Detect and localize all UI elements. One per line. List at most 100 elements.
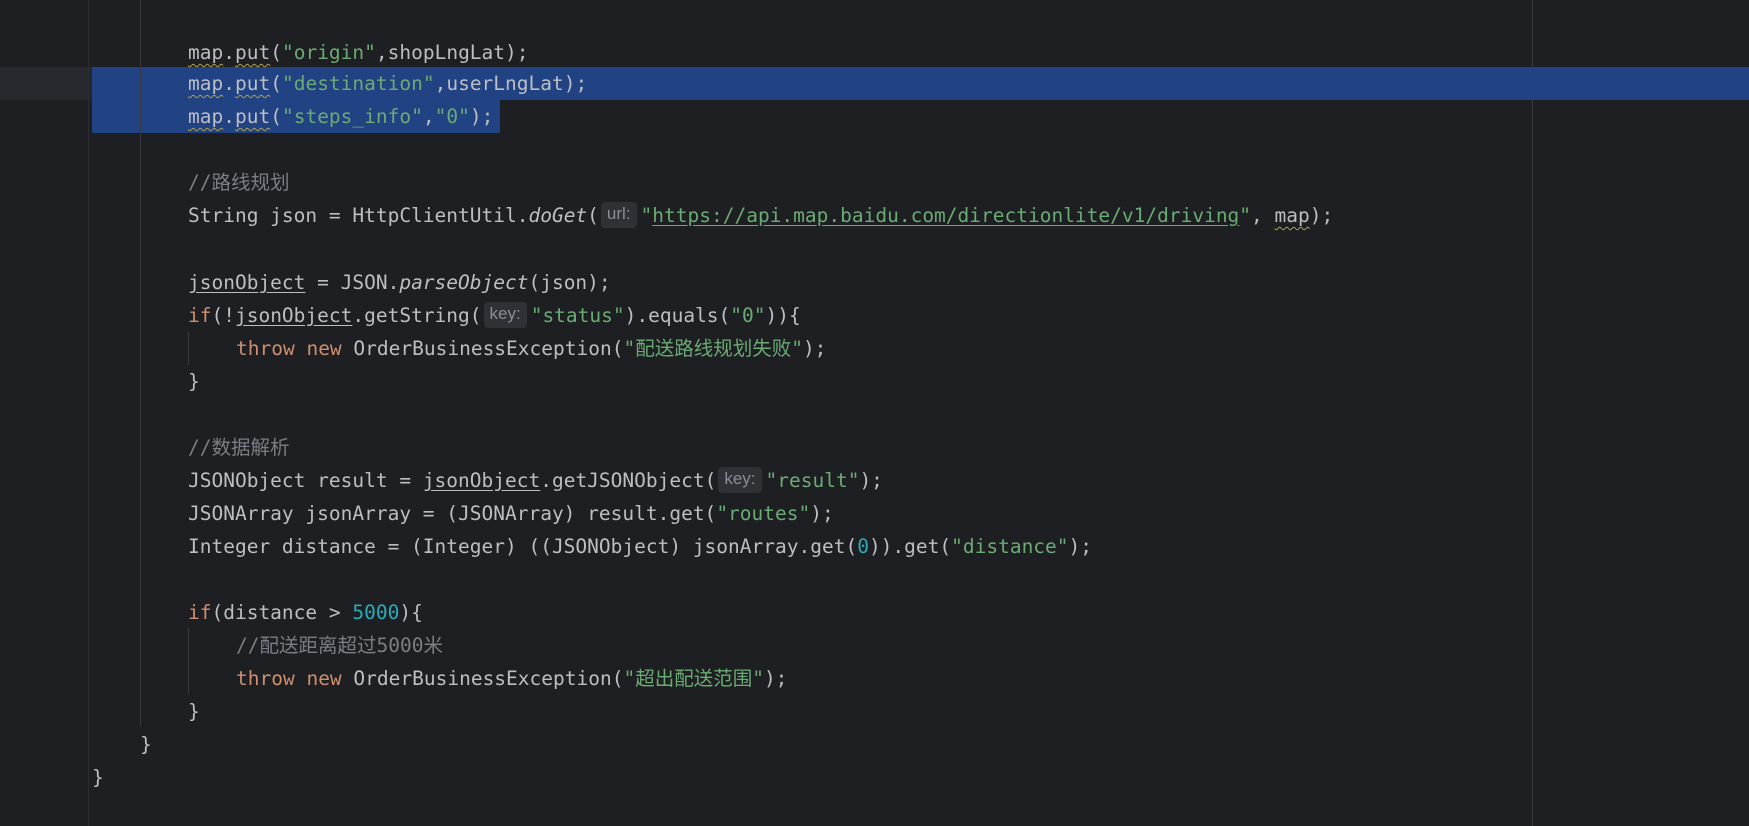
code-editor[interactable]: map.put("origin",shopLngLat); map.put("d… <box>0 0 1749 826</box>
string-literal: "destination" <box>281 72 435 95</box>
punct: . <box>223 41 235 64</box>
code-text: ); <box>763 667 788 690</box>
code-text: OrderBusinessException( <box>341 667 624 690</box>
code-line[interactable]: jsonObject = JSON.parseObject(json); <box>188 266 611 299</box>
code-text: ); <box>1068 535 1093 558</box>
keyword: if <box>188 304 212 327</box>
punct: , <box>422 105 435 128</box>
code-text: OrderBusinessException( <box>341 337 624 360</box>
code-comment[interactable]: //数据解析 <box>188 431 289 464</box>
punct: . <box>223 105 235 128</box>
punct: ( <box>270 105 282 128</box>
code-text: JSONObject result = <box>188 469 423 492</box>
parameter-hint: key: <box>718 466 762 493</box>
url-link[interactable]: https://api.map.baidu.com/directionlite/… <box>652 204 1239 227</box>
code-line[interactable]: if(!jsonObject.getString(key: "status").e… <box>188 299 801 332</box>
identifier: map <box>1274 204 1310 227</box>
code-comment[interactable]: //路线规划 <box>188 166 289 199</box>
identifier: map <box>188 72 224 95</box>
string-literal: "steps_info" <box>281 105 423 128</box>
keyword: if <box>188 601 212 624</box>
field-reference: jsonObject <box>188 271 306 294</box>
right-margin-guide <box>1532 0 1533 826</box>
string-literal: "status" <box>530 304 625 327</box>
code-text: (distance > <box>211 601 353 624</box>
keyword: new <box>306 667 342 690</box>
code-text: ,shopLngLat); <box>375 41 529 64</box>
string-literal: "超出配送范围" <box>623 667 764 690</box>
indent-guide <box>140 0 141 726</box>
line-gutter[interactable] <box>0 0 88 826</box>
string-quote: " <box>1239 204 1252 227</box>
code-text: JSONArray jsonArray = (JSONArray) result… <box>188 502 717 525</box>
code-text: )).get( <box>868 535 952 558</box>
code-text: (! <box>211 304 235 327</box>
code-comment[interactable]: //配送距离超过5000米 <box>236 629 443 662</box>
string-literal: "origin" <box>281 41 376 64</box>
code-line[interactable]: JSONObject result = jsonObject.getJSONOb… <box>188 464 883 497</box>
code-line[interactable]: Integer distance = (Integer) ((JSONObjec… <box>188 530 1092 563</box>
code-text: ).equals( <box>624 304 731 327</box>
code-line[interactable]: throw new OrderBusinessException("配送路线规划… <box>236 332 826 365</box>
method-call: put <box>234 41 271 64</box>
code-line[interactable]: JSONArray jsonArray = (JSONArray) result… <box>188 497 834 530</box>
string-literal: "routes" <box>716 502 811 525</box>
identifier: map <box>188 105 224 128</box>
number-literal: 5000 <box>352 601 400 624</box>
keyword: new <box>306 337 342 360</box>
code-line[interactable]: } <box>140 728 152 761</box>
field-reference: jsonObject <box>234 304 353 327</box>
code-line[interactable]: String json = HttpClientUtil.doGet(url: "… <box>188 199 1333 232</box>
code-text: (json); <box>528 271 611 294</box>
code-text: = JSON. <box>305 271 400 294</box>
punct: ( <box>270 41 282 64</box>
method-call: parseObject <box>399 271 529 294</box>
code-text: String json = HttpClientUtil. <box>188 204 529 227</box>
string-literal: "distance" <box>951 535 1069 558</box>
indent-guide <box>188 332 189 365</box>
code-line[interactable]: map.put("steps_info","0"); <box>188 100 493 133</box>
method-call: put <box>234 72 271 95</box>
code-text: )){ <box>765 304 801 327</box>
code-line[interactable]: } <box>92 761 104 794</box>
parameter-hint: key: <box>483 301 527 328</box>
field-reference: jsonObject <box>422 469 541 492</box>
code-text: ); <box>1309 204 1334 227</box>
keyword: throw <box>236 337 295 360</box>
number-literal: 0 <box>857 535 869 558</box>
code-line[interactable]: } <box>188 365 200 398</box>
code-text: ); <box>810 502 834 525</box>
code-text: .getJSONObject( <box>540 469 717 492</box>
string-literal: "0" <box>730 304 766 327</box>
code-text: ); <box>469 105 494 128</box>
identifier: map <box>188 41 224 64</box>
parameter-hint: url: <box>600 201 637 228</box>
code-text: ); <box>859 469 883 492</box>
method-call: put <box>234 105 271 128</box>
string-literal: "result" <box>765 469 860 492</box>
code-line[interactable]: map.put("destination",userLngLat); <box>188 67 587 100</box>
code-line[interactable]: throw new OrderBusinessException("超出配送范围… <box>236 662 787 695</box>
keyword: throw <box>236 667 295 690</box>
code-line[interactable]: if(distance > 5000){ <box>188 596 423 629</box>
punct: ( <box>270 72 282 95</box>
punct: ( <box>587 204 599 227</box>
code-text: .getString( <box>352 304 482 327</box>
method-call: doGet <box>528 204 588 227</box>
code-text: ,userLngLat); <box>434 72 588 95</box>
code-line[interactable]: map.put("origin",shopLngLat); <box>188 36 529 69</box>
gutter-divider <box>88 0 89 826</box>
string-literal: "0" <box>434 105 470 128</box>
code-line[interactable]: } <box>188 695 200 728</box>
indent-guide <box>188 628 189 694</box>
punct: , <box>1251 204 1275 227</box>
code-text: ); <box>802 337 827 360</box>
punct: . <box>223 72 235 95</box>
string-quote: " <box>640 204 653 227</box>
caret-line-gutter-highlight <box>0 67 92 100</box>
code-text: Integer distance = (Integer) ((JSONObjec… <box>188 535 858 558</box>
code-text: ){ <box>399 601 423 624</box>
string-literal: "配送路线规划失败" <box>623 337 803 360</box>
